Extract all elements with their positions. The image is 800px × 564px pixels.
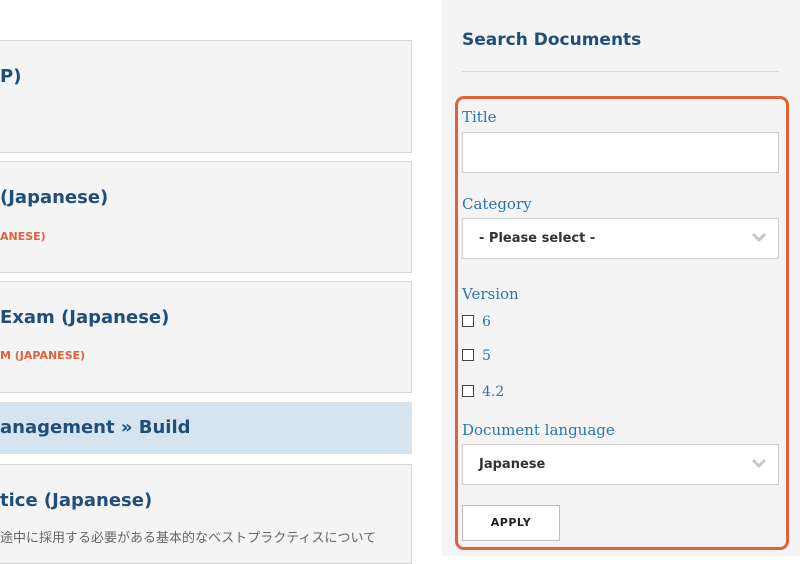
result-card[interactable]: (Japanese) ANESE) <box>0 161 412 273</box>
breadcrumb-text[interactable]: anagement » Build <box>0 417 191 438</box>
result-card-description: 途中に採用する必要がある基本的なベストプラクティスについて <box>0 531 377 546</box>
category-selected-value: - Please select - <box>479 231 596 246</box>
chevron-down-icon <box>751 458 767 469</box>
result-card[interactable]: P) <box>0 40 412 153</box>
category-label: Category <box>462 195 532 213</box>
result-card[interactable]: tice (Japanese) 途中に採用する必要がある基本的なベストプラクティ… <box>0 464 412 564</box>
apply-button[interactable]: APPLY <box>462 505 560 541</box>
sidebar-heading: Search Documents <box>462 30 642 50</box>
result-card-title[interactable]: tice (Japanese) <box>0 490 152 511</box>
result-card-subtitle: M (JAPANESE) <box>0 349 86 362</box>
version-option-label: 5 <box>482 348 491 364</box>
title-label: Title <box>462 108 497 126</box>
result-card-title[interactable]: (Japanese) <box>0 187 108 208</box>
version-checkbox[interactable] <box>462 349 474 361</box>
result-card-title[interactable]: P) <box>0 66 21 87</box>
version-checkbox[interactable] <box>462 315 474 327</box>
chevron-down-icon <box>751 232 767 243</box>
result-card-subtitle: ANESE) <box>0 230 46 243</box>
breadcrumb: anagement » Build <box>0 402 412 454</box>
language-selected-value: Japanese <box>479 457 546 472</box>
document-language-select[interactable]: Japanese <box>462 444 779 485</box>
sidebar-divider <box>462 71 779 72</box>
result-card-title[interactable]: Exam (Japanese) <box>0 307 169 328</box>
version-label: Version <box>462 285 519 303</box>
version-checkbox[interactable] <box>462 385 474 397</box>
result-card[interactable]: Exam (Japanese) M (JAPANESE) <box>0 281 412 393</box>
document-language-label: Document language <box>462 421 615 439</box>
title-input[interactable] <box>462 132 779 173</box>
version-option-label: 4.2 <box>482 384 505 400</box>
version-option-label: 6 <box>482 314 491 330</box>
category-select[interactable]: - Please select - <box>462 218 779 259</box>
